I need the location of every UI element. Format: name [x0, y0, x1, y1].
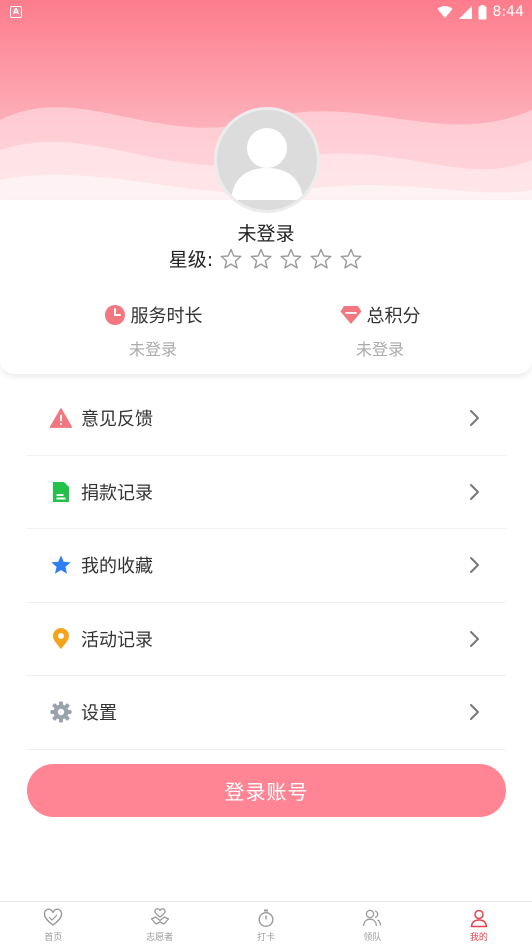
stats-row: 服务时长 未登录 总积分 未登录 [0, 300, 532, 370]
chevron-right-icon [470, 483, 479, 500]
menu-item-activity-records[interactable]: 活动记录 [26, 603, 506, 676]
username[interactable]: 未登录 [0, 219, 532, 246]
heart-outline-icon [44, 908, 63, 926]
stat-value: 未登录 [128, 340, 177, 359]
tab-label: 打卡 [257, 932, 276, 943]
chevron-right-icon [470, 704, 479, 721]
tab-label: 领队 [363, 932, 382, 943]
document-icon [50, 481, 72, 503]
battery-icon [478, 4, 487, 19]
menu-item-settings[interactable]: 设置 [26, 676, 506, 750]
tab-volunteer[interactable]: 志愿者 [106, 902, 212, 946]
clock-icon [104, 305, 125, 325]
menu-item-label: 意见反馈 [81, 409, 153, 431]
stat-label: 总积分 [366, 306, 421, 327]
person-icon [470, 909, 488, 927]
avatar[interactable] [214, 107, 320, 213]
menu-item-feedback[interactable]: 意见反馈 [26, 382, 506, 456]
warning-icon [50, 407, 72, 429]
a-box-icon: A [10, 6, 22, 18]
wifi-icon [437, 6, 453, 19]
menu-item-label: 活动记录 [81, 629, 153, 651]
tab-home[interactable]: 首页 [0, 902, 106, 946]
team-icon [363, 909, 382, 926]
menu-item-label: 捐款记录 [81, 482, 153, 504]
status-time: 8:44 [492, 4, 524, 20]
default-avatar-icon [231, 128, 303, 200]
stat-head: 总积分 [280, 300, 480, 330]
stopwatch-icon [258, 909, 274, 927]
stat-total-points[interactable]: 总积分 未登录 [280, 300, 480, 360]
chevron-right-icon [470, 410, 479, 427]
stat-head: 服务时长 [53, 300, 253, 330]
signal-icon [458, 5, 472, 19]
star-icon [50, 554, 72, 576]
menu-item-label: 设置 [81, 703, 117, 725]
tab-label: 我的 [469, 932, 488, 943]
location-pin-icon [50, 627, 72, 650]
star-outline-icon [340, 248, 362, 269]
tab-label: 志愿者 [146, 932, 174, 943]
star-outline-icon [310, 248, 332, 269]
handshake-heart-icon [150, 907, 169, 925]
bottom-tab-bar: 首页 志愿者 打卡 领队 我的 [0, 901, 532, 946]
chevron-right-icon [470, 630, 479, 647]
menu-item-favorites[interactable]: 我的收藏 [26, 529, 506, 603]
chevron-right-icon [470, 557, 479, 574]
tab-label: 首页 [44, 932, 63, 943]
menu-list: 意见反馈 捐款记录 我的收藏 活动记录 设置 [26, 382, 506, 750]
login-button[interactable]: 登录账号 [27, 764, 506, 817]
tab-mine[interactable]: 我的 [426, 902, 532, 946]
star-outline-icon [250, 248, 272, 269]
menu-item-label: 我的收藏 [81, 556, 153, 578]
star-outline-icon [220, 248, 242, 269]
diamond-icon [340, 306, 361, 324]
stat-value: 未登录 [355, 340, 404, 359]
star-outline-icon [280, 248, 302, 269]
stat-label: 服务时长 [130, 306, 203, 327]
profile-card: 未登录 星级: 服务时长 未登录 总积分 未登录 [0, 0, 532, 374]
status-icons: 8:44 [437, 4, 524, 20]
star-rating: 星级: [0, 245, 532, 272]
tab-checkin[interactable]: 打卡 [213, 902, 319, 946]
stat-service-hours[interactable]: 服务时长 未登录 [53, 300, 253, 360]
tab-leader[interactable]: 领队 [319, 902, 425, 946]
status-bar: A 8:44 [0, 0, 532, 24]
star-label: 星级: [168, 249, 214, 271]
menu-item-donation-records[interactable]: 捐款记录 [26, 456, 506, 529]
gear-icon [50, 701, 72, 723]
